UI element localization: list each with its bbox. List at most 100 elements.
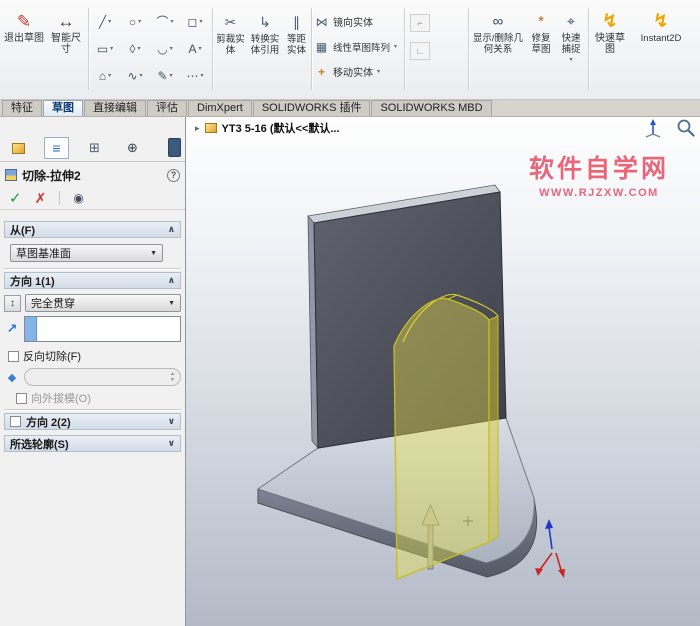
chevron-down-icon[interactable]: ▾ [569, 55, 572, 66]
chevron-down-icon[interactable]: ▾ [200, 72, 203, 79]
draft-row: ◆ ▲▼ [4, 368, 181, 386]
linear-pattern-icon: ▦ [314, 40, 329, 54]
mirror-entities-button[interactable]: ⋈ 镜向实体 [314, 9, 402, 34]
chevron-down-icon[interactable]: ▾ [199, 18, 202, 25]
circle-tool-button[interactable]: ○▾ [120, 8, 150, 35]
tab-direct-editing[interactable]: 直接编辑 [84, 100, 146, 116]
spinner[interactable]: ▲▼ [170, 371, 175, 383]
tab-dimxpert[interactable]: DimXpert [188, 100, 252, 116]
ok-button[interactable]: ✓ [9, 189, 22, 207]
spin-down-icon[interactable]: ▼ [170, 377, 175, 383]
part-icon [205, 123, 217, 133]
tab-sketch[interactable]: 草图 [43, 100, 83, 116]
instant2d-button[interactable]: ↯ Instant2D [632, 9, 690, 44]
offset-entities-button[interactable]: ∥ 等距实体 [284, 10, 309, 56]
from-dropdown[interactable]: 草图基准面 ▼ [10, 244, 163, 262]
zoom-magnifier-icon[interactable] [675, 117, 696, 139]
chevron-down-icon[interactable]: ▾ [138, 18, 141, 25]
linear-sketch-pattern-button[interactable]: ▦ 线性草图阵列 ▾ [314, 34, 402, 59]
chevron-down-icon[interactable]: ▾ [110, 45, 113, 52]
rectangle-tool-button[interactable]: ◻▾ [180, 8, 210, 35]
sketch-tool-button[interactable]: ✎▾ [150, 62, 180, 89]
toolbar-icon-small-1[interactable]: ⌐ [410, 14, 430, 32]
spline-icon: ∿ [127, 69, 137, 83]
direction1-section-header[interactable]: 方向 1(1) ∧ [4, 272, 181, 289]
direction2-checkbox[interactable] [10, 416, 21, 427]
ellipse-tool-button[interactable]: ◊▾ [120, 35, 150, 62]
direction-reference-selection-box[interactable] [24, 316, 181, 342]
chevron-down-icon[interactable]: ▾ [137, 45, 140, 52]
corner-icon: ⌐ [417, 18, 422, 28]
from-section-header[interactable]: 从(F) ∧ [4, 221, 181, 238]
chevron-down-icon[interactable]: ▾ [170, 72, 173, 79]
chevron-down-icon[interactable]: ▾ [108, 72, 111, 79]
direction2-section-header[interactable]: 方向 2(2) ∨ [4, 413, 181, 430]
fillet-tool-button[interactable]: ◡▾ [150, 35, 180, 62]
trim-entities-button[interactable]: ✂ 剪裁实体 [215, 10, 246, 56]
flip-cut-row: 反向切除(F) [8, 348, 181, 364]
feature-title-row: 切除-拉伸2 ? [0, 165, 185, 185]
line-tool-button[interactable]: ╱▾ [90, 8, 120, 35]
draft-angle-field[interactable]: ▲▼ [24, 368, 181, 386]
more-tools-button[interactable]: ⋯▾ [180, 62, 210, 89]
chevron-down-icon[interactable]: ▾ [199, 45, 202, 52]
chevron-down-icon[interactable]: ▾ [394, 43, 397, 50]
chevron-down-icon[interactable]: ▾ [108, 18, 111, 25]
line-icon: ╱ [99, 15, 106, 29]
polygon-icon: ⌂ [99, 69, 106, 83]
propertymanager-tab[interactable]: ≡ [44, 137, 69, 159]
arc-tool-button[interactable]: ⌒▾ [150, 8, 180, 35]
chevron-down-icon[interactable]: ▾ [170, 45, 173, 52]
draft-outward-row: 向外拔模(O) [16, 390, 181, 406]
spline-tool-button[interactable]: ∿▾ [120, 62, 150, 89]
polygon-tool-button[interactable]: ⌂▾ [90, 62, 120, 89]
selected-contours-section-header[interactable]: 所选轮廓(S) ∨ [4, 435, 181, 452]
convert-entities-button[interactable]: ↳ 转换实体引用 [248, 10, 282, 56]
move-entities-button[interactable]: + 移动实体 ▾ [314, 59, 402, 84]
tab-evaluate[interactable]: 评估 [147, 100, 187, 116]
lightning-icon: ↯ [653, 9, 669, 33]
featuremanager-tab[interactable] [6, 137, 31, 159]
smart-dimension-button[interactable]: ↔ 智能尺寸 [47, 9, 85, 55]
trim-entities-label: 剪裁实体 [215, 34, 246, 56]
repair-sketch-button[interactable]: * 修复草图 [527, 9, 555, 55]
tab-features[interactable]: 特征 [2, 100, 42, 116]
flip-cut-checkbox[interactable] [8, 351, 19, 362]
text-tool-button[interactable]: A▾ [180, 35, 210, 62]
cut-extrude-icon [5, 169, 17, 181]
ribbon-separator [88, 8, 89, 90]
reverse-direction-button[interactable]: ↕ [4, 295, 21, 312]
preview-eye-button[interactable]: ◉ [73, 191, 83, 205]
chevron-down-icon[interactable]: ▾ [377, 68, 380, 75]
tab-solidworks-addins[interactable]: SOLIDWORKS 插件 [253, 100, 371, 116]
display-delete-relations-button[interactable]: ∞ 显示/删除几何关系 [472, 9, 524, 55]
ribbon-separator [404, 8, 405, 90]
end-condition-dropdown[interactable]: 完全贯穿 ▼ [25, 294, 181, 312]
smart-dimension-label: 智能尺寸 [47, 33, 85, 55]
solidworks-window: ✎ 退出草图 ↔ 智能尺寸 ╱▾ ○▾ ⌒▾ ◻▾ ▭▾ ◊▾ ◡▾ A▾ ⌂▾… [0, 0, 700, 626]
displaymanager-tab[interactable] [168, 138, 181, 157]
chevron-down-icon[interactable]: ▾ [171, 18, 174, 25]
watermark: 软件自学网 WWW.RJZXW.COM [516, 149, 682, 199]
offset-entities-label: 等距实体 [284, 34, 309, 56]
configurationmanager-tab[interactable]: ⊞ [82, 137, 107, 159]
chevron-down-icon: ∨ [168, 438, 175, 449]
slot-icon: ▭ [97, 42, 108, 56]
draft-outward-checkbox[interactable] [16, 393, 27, 404]
chevron-down-icon[interactable]: ▾ [140, 72, 143, 79]
cancel-button[interactable]: ✗ [35, 190, 47, 207]
cut-preview-sheet [394, 294, 498, 579]
toolbar-icon-small-2[interactable]: ∟ [410, 42, 430, 60]
rapid-sketch-button[interactable]: ↯ 快速草图 [592, 9, 628, 55]
quick-snaps-button[interactable]: ⌖ 快速捕捉 ▾ [557, 9, 585, 66]
flip-cut-label: 反向切除(F) [23, 348, 81, 364]
graphics-viewport[interactable]: ▸ YT3 5-16 (默认<<默认... 软件自学网 WWW.RJZXW.CO… [186, 117, 700, 626]
slot-tool-button[interactable]: ▭▾ [90, 35, 120, 62]
help-icon[interactable]: ? [167, 169, 180, 182]
tab-solidworks-mbd[interactable]: SOLIDWORKS MBD [371, 100, 491, 116]
dimxpertmanager-tab[interactable]: ⊕ [120, 137, 145, 159]
view-orientation-icon[interactable] [643, 117, 663, 139]
mirror-entities-label: 镜向实体 [333, 14, 373, 29]
end-condition-value: 完全贯穿 [31, 295, 75, 311]
exit-sketch-button[interactable]: ✎ 退出草图 [3, 9, 45, 44]
